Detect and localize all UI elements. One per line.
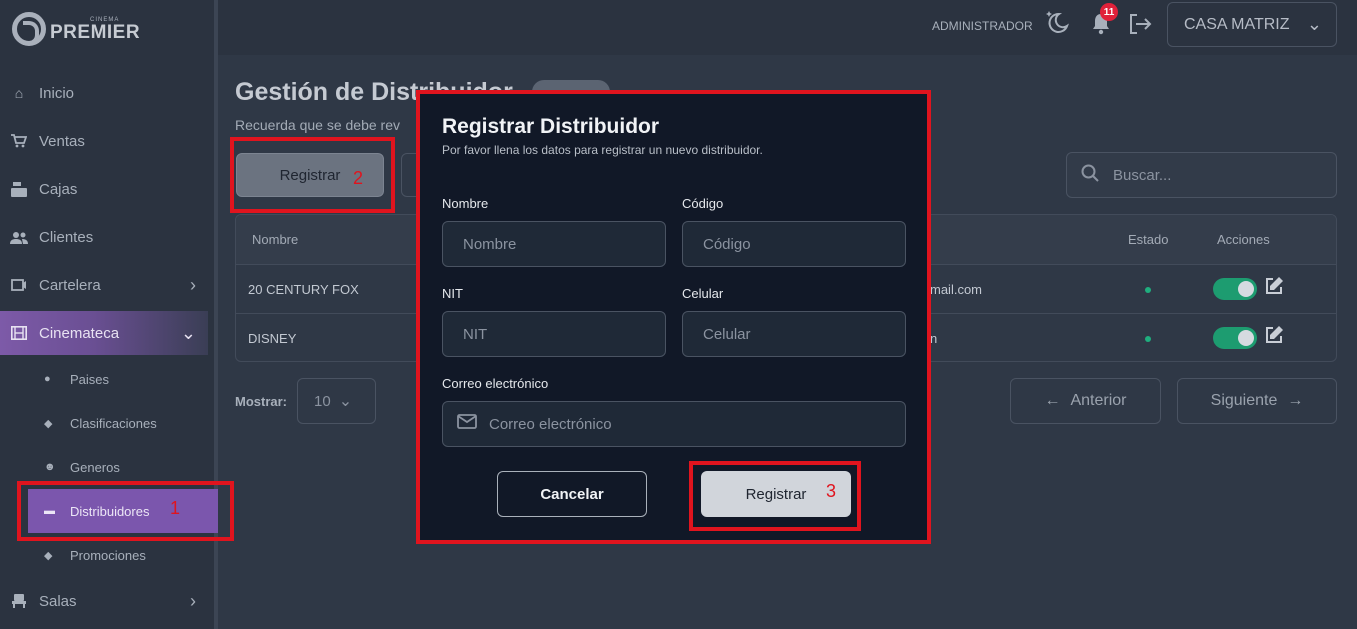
logo-mark-icon: [12, 12, 46, 46]
search-placeholder: Buscar...: [1113, 166, 1172, 184]
sidebar-item-label: Clientes: [39, 228, 94, 246]
chevron-right-icon: ›: [190, 274, 196, 295]
column-header-status: Estado: [1128, 232, 1169, 247]
chevron-down-icon: ⌄: [1306, 14, 1322, 34]
brand-logo: CINEMA PREMIER: [12, 12, 140, 46]
film-icon: [10, 325, 28, 341]
page-size-value: 10: [314, 392, 331, 410]
sidebar-item-label: Ventas: [39, 132, 85, 150]
chevron-down-icon: ⌄: [180, 322, 196, 343]
sidebar-subitem-clasificaciones[interactable]: ◆ Clasificaciones: [28, 403, 218, 443]
sidebar-subitem-label: Promociones: [70, 547, 146, 563]
page-size-select[interactable]: 10 ⌄: [297, 378, 376, 424]
notification-badge: 11: [1100, 3, 1118, 21]
chevron-right-icon: ›: [190, 590, 196, 611]
distributor-name: DISNEY: [248, 331, 297, 346]
status-toggle[interactable]: [1213, 327, 1257, 349]
next-page-button[interactable]: Siguiente →: [1177, 378, 1337, 424]
edit-icon[interactable]: [1264, 325, 1284, 350]
topbar: ADMINISTRADOR 11 CASA MATRIZ ⌄: [218, 0, 1357, 55]
sidebar-item-label: Salas: [39, 592, 77, 610]
distributor-email: mail.com: [930, 282, 983, 297]
status-dot: [1145, 336, 1151, 342]
prev-page-button[interactable]: ← Anterior: [1010, 378, 1161, 424]
brand-name: PREMIER: [50, 21, 141, 43]
arrow-left-icon: ←: [1044, 392, 1061, 409]
user-name: ADMINISTRADOR: [932, 19, 1033, 33]
step1-highlight-box: [17, 481, 234, 541]
sidebar-subitem-label: Clasificaciones: [70, 415, 157, 431]
distributor-name: 20 CENTURY FOX: [248, 282, 359, 297]
tag-icon: ◆: [44, 549, 53, 562]
sidebar-item-cinemateca[interactable]: Cinemateca ⌄: [0, 311, 208, 355]
dark-mode-icon[interactable]: [1044, 10, 1070, 40]
step1-number: 1: [170, 498, 181, 518]
arrow-right-icon: →: [1287, 392, 1304, 409]
sidebar-item-clientes[interactable]: Clientes: [0, 215, 208, 259]
home-icon: ⌂: [14, 85, 24, 101]
step3-number: 3: [826, 481, 837, 501]
sidebar-subitem-paises[interactable]: ● Paises: [28, 359, 218, 399]
status-toggle[interactable]: [1213, 278, 1257, 300]
sidebar-subitem-label: Generos: [70, 459, 120, 475]
users-icon: [10, 229, 28, 245]
ticket-icon: [10, 277, 28, 293]
prev-label: Anterior: [1070, 392, 1127, 409]
sidebar-item-cartelera[interactable]: Cartelera ›: [0, 263, 208, 307]
tags-icon: ◆: [44, 417, 53, 430]
sidebar-subitem-promociones[interactable]: ◆ Promociones: [28, 535, 218, 575]
sidebar-item-label: Cartelera: [39, 276, 101, 294]
sidebar-item-salas[interactable]: Salas ›: [0, 579, 208, 623]
sidebar-item-cajas[interactable]: Cajas: [0, 167, 208, 211]
edit-icon[interactable]: [1264, 276, 1284, 301]
column-header-actions: Acciones: [1217, 232, 1270, 247]
status-dot: [1145, 287, 1151, 293]
step2-highlight-box: [230, 137, 395, 213]
masks-icon: ☻: [44, 461, 56, 473]
sidebar-subitem-label: Paises: [70, 371, 110, 387]
cart-icon: [10, 133, 28, 149]
cash-register-icon: [10, 181, 28, 197]
page-size-label: Mostrar:: [235, 394, 288, 409]
branch-label: CASA MATRIZ: [1184, 15, 1290, 33]
page-subtitle: Recuerda que se debe rev: [235, 117, 400, 133]
sidebar-item-ventas[interactable]: Ventas: [0, 119, 208, 163]
sidebar-item-label: Inicio: [39, 84, 75, 102]
distributor-email: n: [930, 331, 938, 346]
branch-selector[interactable]: CASA MATRIZ ⌄: [1167, 2, 1337, 47]
search-input[interactable]: Buscar...: [1066, 152, 1337, 198]
step2-number: 2: [353, 168, 364, 188]
globe-icon: ●: [44, 373, 51, 385]
sidebar-item-label: Cinemateca: [39, 324, 120, 342]
sidebar-item-inicio[interactable]: ⌂ Inicio: [0, 71, 208, 115]
chevron-down-icon: ⌄: [338, 393, 353, 410]
sidebar-item-label: Cajas: [39, 180, 78, 198]
column-header-name: Nombre: [252, 232, 299, 247]
search-icon: [1081, 164, 1099, 187]
next-label: Siguiente: [1210, 392, 1278, 409]
seat-icon: [10, 593, 28, 609]
logout-icon[interactable]: [1128, 13, 1152, 41]
